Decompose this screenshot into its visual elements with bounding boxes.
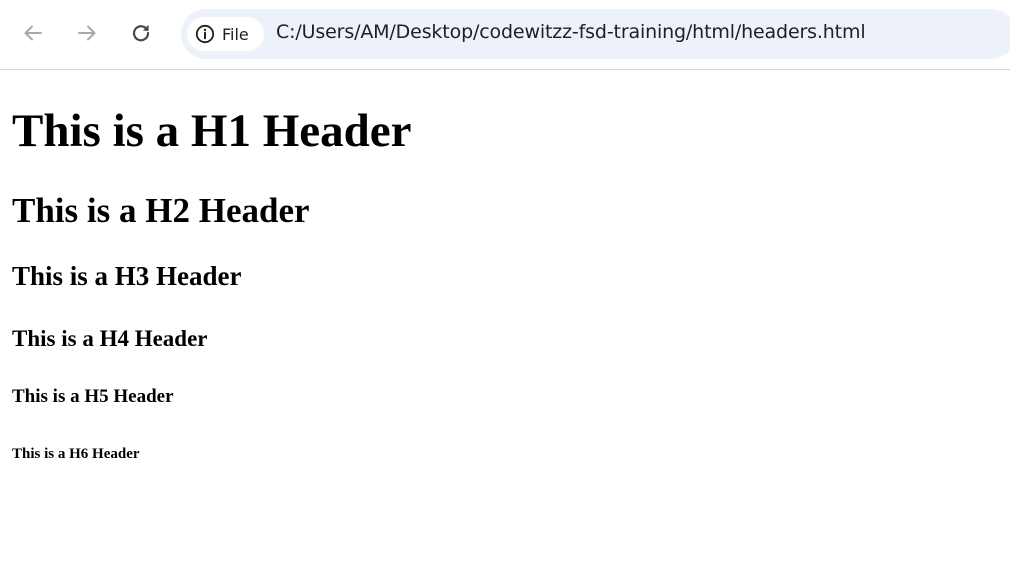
heading-h2: This is a H2 Header (12, 191, 310, 230)
info-circle-icon (195, 24, 215, 44)
page-content: This is a H1 Header This is a H2 Header … (0, 70, 1010, 580)
site-info-chip[interactable]: File (187, 17, 264, 51)
forward-button[interactable] (69, 15, 105, 51)
site-info-label: File (222, 24, 249, 44)
heading-h5: This is a H5 Header (12, 386, 174, 407)
heading-h3: This is a H3 Header (12, 261, 242, 291)
back-button[interactable] (15, 15, 51, 51)
url-text[interactable]: C:/Users/AM/Desktop/codewitzz-fsd-traini… (276, 21, 866, 43)
heading-h6: This is a H6 Header (12, 446, 140, 462)
reload-icon (130, 22, 152, 44)
heading-h4: This is a H4 Header (12, 326, 208, 351)
browser-toolbar: File C:/Users/AM/Desktop/codewitzz-fsd-t… (0, 0, 1010, 70)
arrow-left-icon (22, 22, 44, 44)
address-bar[interactable]: File C:/Users/AM/Desktop/codewitzz-fsd-t… (181, 9, 1010, 59)
arrow-right-icon (76, 22, 98, 44)
reload-button[interactable] (123, 15, 159, 51)
heading-h1: This is a H1 Header (12, 105, 412, 157)
